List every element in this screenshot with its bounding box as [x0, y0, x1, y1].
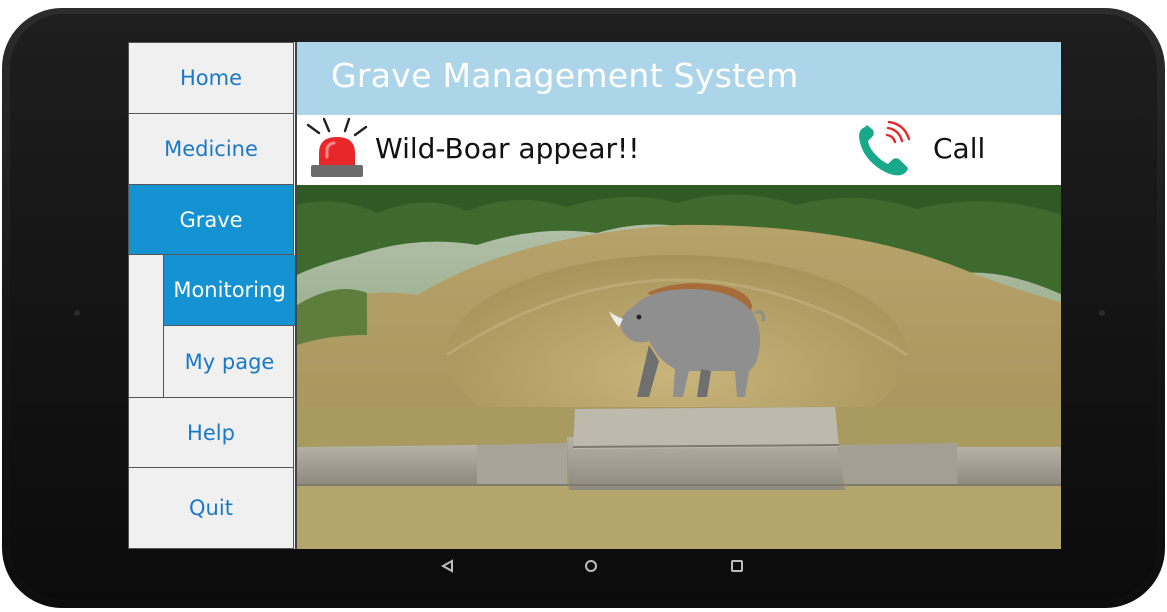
sidebar-item-label: Quit — [189, 496, 233, 520]
phone-ringing-icon — [859, 121, 911, 176]
sidebar-item-label: Help — [187, 420, 235, 445]
call-label: Call — [933, 132, 986, 165]
back-triangle-icon[interactable] — [440, 559, 454, 573]
sidebar-subitem-my-page[interactable]: My page — [164, 326, 295, 397]
monitoring-camera-view — [297, 185, 1061, 549]
siren-icon — [306, 117, 368, 177]
sidebar-item-label: Medicine — [164, 137, 258, 161]
submenu-indent-rail — [129, 255, 164, 397]
grave-submenu: Monitoring My page — [128, 255, 295, 398]
sidebar-item-label: Home — [179, 66, 242, 90]
sidebar-subitem-monitoring[interactable]: Monitoring — [164, 255, 295, 326]
page-title: Grave Management System — [331, 56, 799, 95]
app-header: Grave Management System — [297, 42, 1061, 115]
recent-apps-icon[interactable] — [730, 559, 744, 573]
sidebar-item-help[interactable]: Help — [128, 398, 294, 468]
sidebar-item-quit[interactable]: Quit — [128, 468, 294, 549]
home-circle-icon[interactable] — [584, 559, 598, 573]
sidebar-item-label: Grave — [179, 207, 243, 232]
sidebar-subitem-label: Monitoring — [173, 278, 286, 302]
grave-site-image — [297, 185, 1061, 549]
android-nav-bar — [0, 548, 1167, 582]
sidebar: Home Medicine Grave Monitoring My page H… — [128, 42, 295, 549]
sidebar-item-home[interactable]: Home — [128, 42, 294, 114]
sidebar-item-medicine[interactable]: Medicine — [128, 114, 294, 185]
front-camera — [74, 310, 80, 316]
app-screen: Home Medicine Grave Monitoring My page H… — [128, 42, 1061, 549]
alert-message: Wild-Boar appear!! — [375, 132, 640, 165]
sidebar-subitem-label: My page — [184, 349, 275, 374]
alert-bar: Wild-Boar appear!! Call — [297, 115, 1061, 185]
sidebar-item-grave[interactable]: Grave — [128, 185, 294, 255]
call-button[interactable]: Call — [853, 119, 1013, 181]
front-sensor — [1099, 310, 1105, 316]
main-panel: Grave Management System Wild-Boar appear… — [295, 42, 1061, 549]
